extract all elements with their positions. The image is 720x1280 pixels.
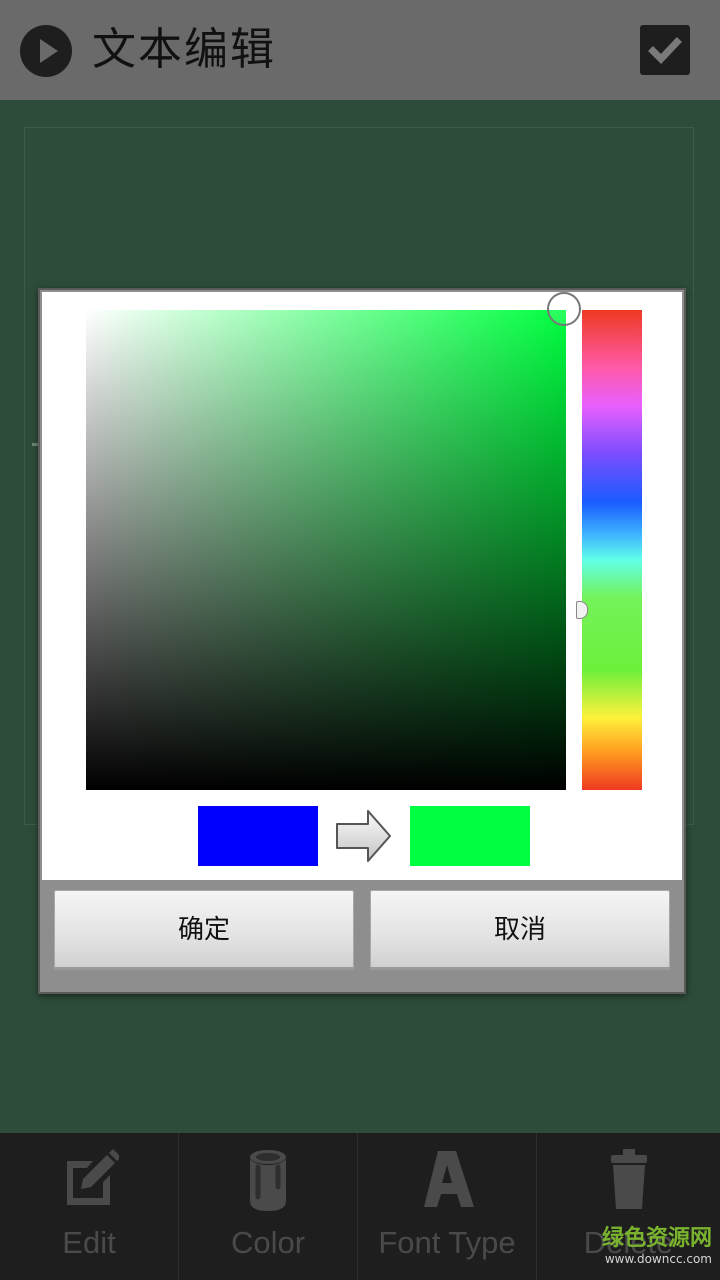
play-button[interactable] xyxy=(20,25,72,77)
trash-icon xyxy=(610,1149,647,1209)
color-picker-dialog: 确定 取消 xyxy=(38,288,686,994)
checkmark-icon xyxy=(648,37,682,65)
confirm-button[interactable] xyxy=(640,25,690,75)
edit-pencil-icon xyxy=(67,1149,119,1205)
watermark-url: www.downcc.com xyxy=(604,1252,712,1266)
watermark-text: 绿色资源网 xyxy=(601,1226,712,1251)
saturation-value-area[interactable] xyxy=(86,310,566,790)
watermark: 绿色资源网 www.downcc.com xyxy=(582,1226,712,1266)
toolbar-edit-label: Edit xyxy=(62,1225,116,1260)
dialog-button-row: 确定 取消 xyxy=(42,880,682,990)
toolbar-font-type[interactable]: Font Type xyxy=(358,1133,537,1280)
cancel-button[interactable]: 取消 xyxy=(370,890,670,970)
font-a-icon xyxy=(424,1151,474,1207)
hue-slider[interactable] xyxy=(582,310,642,790)
ok-button[interactable]: 确定 xyxy=(54,890,354,970)
saturation-value-handle[interactable] xyxy=(547,292,581,326)
paint-bucket-icon xyxy=(250,1150,286,1211)
color-picker-body xyxy=(42,292,682,880)
app-bar: 文本编辑 xyxy=(0,0,720,100)
new-color-swatch xyxy=(410,806,530,866)
toolbar-color-label: Color xyxy=(230,1225,306,1260)
arrow-right-icon xyxy=(336,810,391,862)
old-color-swatch xyxy=(198,806,318,866)
toolbar-font-type-label: Font Type xyxy=(378,1225,516,1260)
play-circle-icon xyxy=(40,39,58,63)
page-title: 文本编辑 xyxy=(92,24,276,75)
toolbar-edit[interactable]: Edit xyxy=(0,1133,179,1280)
toolbar-color[interactable]: Color xyxy=(179,1133,358,1280)
